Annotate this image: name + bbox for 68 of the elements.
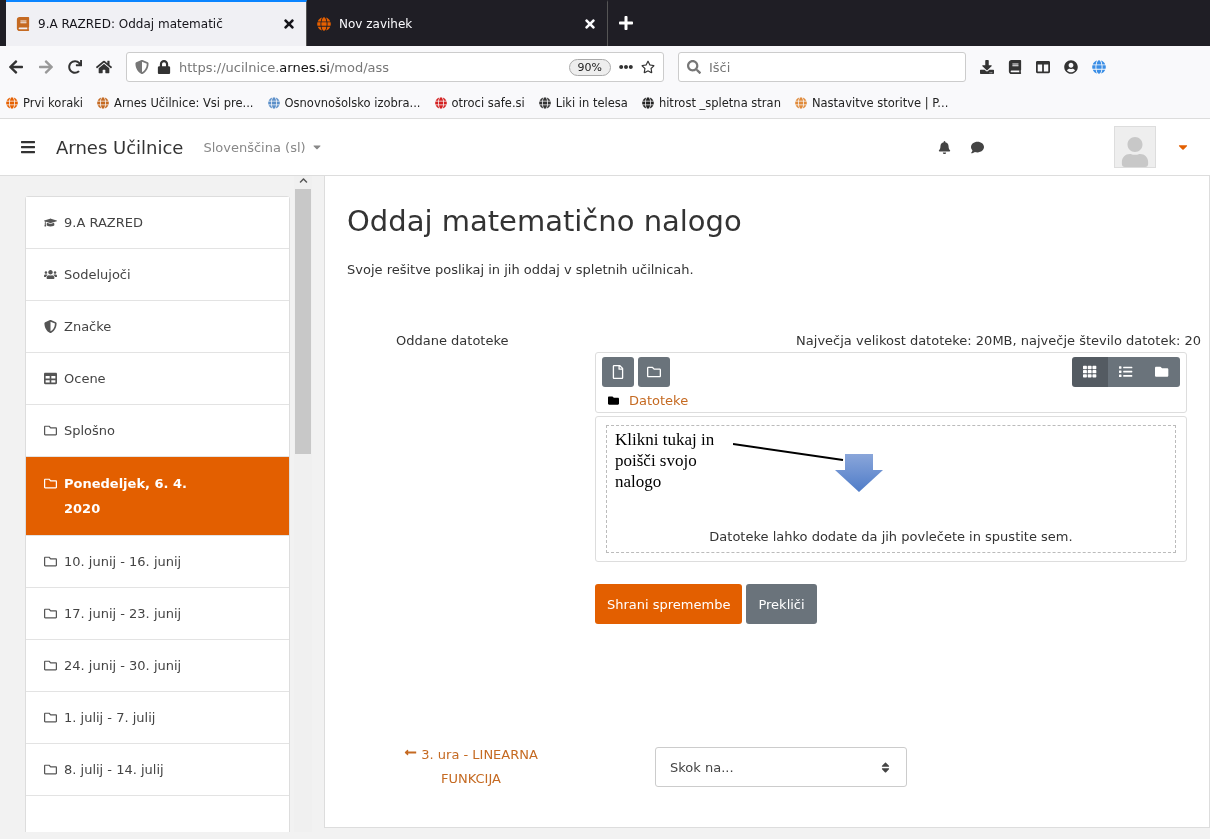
url-text: https://ucilnice.arnes.si/mod/ass <box>179 59 391 75</box>
down-arrow-icon <box>835 454 883 492</box>
site-icon <box>16 17 30 31</box>
chat-icon[interactable] <box>971 140 984 154</box>
sidebar-item[interactable]: 9.A RAZRED <box>26 197 289 249</box>
add-file-button[interactable] <box>602 357 634 387</box>
bookmark[interactable]: Prvi koraki <box>6 96 84 110</box>
list-view-button[interactable] <box>1108 357 1144 387</box>
globe-icon <box>538 97 551 109</box>
globe-icon <box>267 97 280 109</box>
cancel-button[interactable]: Prekliči <box>746 584 817 624</box>
shield-icon <box>135 60 149 74</box>
page-title: Oddaj matematično nalogo <box>347 204 743 238</box>
file-limits: Največja velikost datoteke: 20MB, največje število datotek: 20 <box>795 333 1201 348</box>
search-field[interactable]: Išči <box>678 52 966 82</box>
back-icon[interactable] <box>8 59 24 75</box>
close-icon[interactable] <box>282 17 296 31</box>
site-name[interactable]: Arnes Učilnice <box>56 136 184 158</box>
zoom-level[interactable]: 90% <box>568 58 611 76</box>
drop-hint: Datoteke lahko dodate da jih povlečete in spustite sem. <box>708 529 1074 546</box>
home-icon[interactable] <box>96 59 112 75</box>
account-icon[interactable] <box>1064 60 1078 74</box>
grid-view-button[interactable] <box>1072 357 1108 387</box>
site-icon <box>317 17 331 31</box>
jump-select[interactable]: Skok na... <box>655 747 907 787</box>
download-icon[interactable] <box>980 60 994 74</box>
folder-view-button[interactable] <box>1144 357 1180 387</box>
globe-icon <box>6 97 18 109</box>
globe-icon <box>641 97 654 109</box>
star-icon[interactable] <box>641 60 655 74</box>
globe-icon <box>434 97 447 109</box>
bookmark[interactable]: otroci safe.si <box>434 96 525 110</box>
list-icon <box>1119 365 1133 379</box>
library-icon[interactable] <box>1008 60 1022 74</box>
description: Svoje rešitve poslikaj in jih oddaj v spletnih učilnicah. <box>347 262 695 277</box>
path-link[interactable]: Datoteke <box>629 393 689 408</box>
bookmark[interactable]: Nastavitve storitve | P... <box>794 96 949 110</box>
forward-icon[interactable] <box>38 59 54 75</box>
globe-icon <box>97 97 110 109</box>
folder-icon <box>608 395 619 406</box>
sidebar-item[interactable]: Ponedeljek, 6. 4. 2020 <box>26 457 289 536</box>
folder-icon <box>647 365 661 379</box>
globe-icon <box>794 97 807 109</box>
language-menu[interactable]: Slovenščina (sl) <box>203 139 306 155</box>
bookmark[interactable]: Osnovnošolsko izobra... <box>267 96 421 110</box>
previous-link[interactable]: 3. ura - LINEARNA FUNKCIJA <box>381 743 561 791</box>
reload-icon[interactable] <box>68 60 82 74</box>
bell-icon[interactable] <box>938 140 951 154</box>
sidebar-icon[interactable] <box>1036 60 1050 74</box>
bookmark[interactable]: Liki in telesa <box>538 96 628 110</box>
annotation-text: Klikni tukaj in poišči svojo nalogo <box>614 429 716 493</box>
search-icon <box>687 60 701 74</box>
browser-tab[interactable]: 9.A RAZRED: Oddaj matematič <box>6 0 307 46</box>
address-bar[interactable]: https://ucilnice.arnes.si/mod/ass 90% <box>126 52 664 82</box>
save-button[interactable]: Shrani spremembe <box>595 584 743 624</box>
sort-icon <box>879 760 892 774</box>
folder-icon <box>1155 365 1169 379</box>
bookmark[interactable]: Arnes Učilnice: Vsi pre... <box>97 96 254 110</box>
file-icon <box>611 365 625 379</box>
field-label: Oddane datoteke <box>395 333 510 350</box>
drop-zone[interactable]: Klikni tukaj in poišči svojo nalogo Datoteke lahko dodate da jih povlečete in spustite sem. <box>606 425 1176 553</box>
grid-icon <box>1083 365 1097 379</box>
close-icon[interactable] <box>583 17 597 31</box>
bookmark[interactable]: hitrost _spletna stran <box>641 96 781 110</box>
chevron-up-icon[interactable] <box>298 176 308 185</box>
new-folder-button[interactable] <box>638 357 670 387</box>
lock-icon <box>157 60 171 74</box>
menu-icon[interactable] <box>20 139 36 155</box>
